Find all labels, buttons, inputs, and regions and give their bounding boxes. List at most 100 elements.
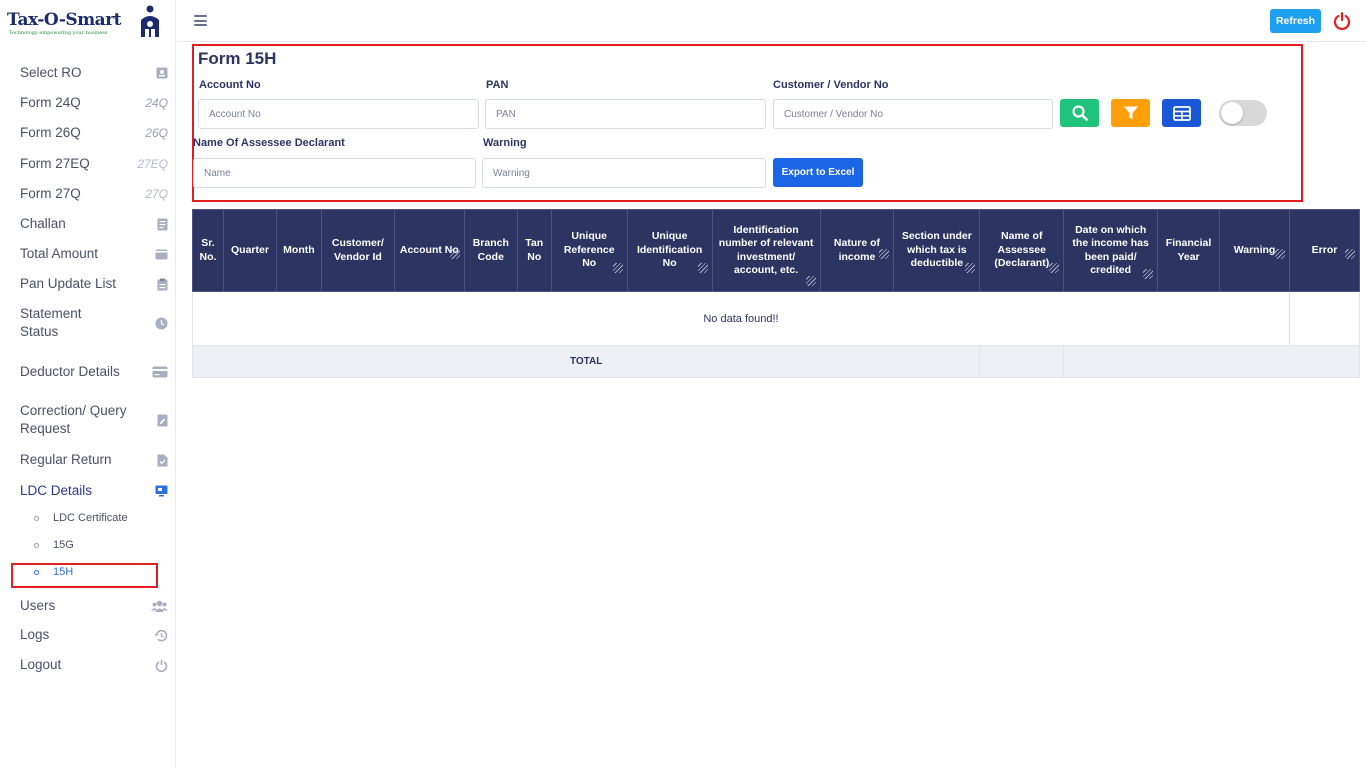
sidebar-item-regular-return[interactable]: Regular Return — [20, 451, 168, 469]
sidebar-item-label: Challan — [20, 216, 66, 231]
logo-tagline: Technology empowering your business — [9, 30, 108, 36]
credit-card-icon — [152, 366, 168, 378]
column-grid-button[interactable] — [1162, 99, 1201, 127]
column-header[interactable]: Section under which tax is deductible — [893, 209, 981, 292]
customer-vendor-input[interactable] — [773, 99, 1053, 129]
resize-grip-icon[interactable] — [697, 263, 708, 273]
app-logo[interactable]: Tax-O-Smart Technology empowering your b… — [7, 5, 159, 42]
power-icon — [155, 659, 168, 672]
id-card-icon — [156, 67, 168, 79]
column-header[interactable]: Quarter — [222, 209, 277, 292]
resize-grip-icon[interactable] — [879, 249, 890, 259]
total-row: TOTAL — [191, 345, 1360, 378]
search-button[interactable] — [1060, 99, 1099, 127]
table-grid-icon — [1172, 105, 1191, 121]
filter-icon — [1123, 106, 1138, 120]
sidebar-item-challan[interactable]: Challan — [20, 215, 168, 233]
receipt-icon — [157, 218, 168, 230]
column-header[interactable]: Unique Reference No — [550, 209, 628, 292]
column-header[interactable]: Identification number of relevant invest… — [711, 209, 821, 292]
sidebar-item-form-26q[interactable]: Form 26Q 26Q — [20, 124, 168, 142]
export-to-excel-button[interactable]: Export to Excel — [773, 158, 863, 187]
total-cell — [1063, 345, 1360, 378]
sidebar-item-deductor-details[interactable]: Deductor Details — [20, 354, 168, 390]
account-no-label: Account No — [199, 79, 261, 91]
filter-button[interactable] — [1111, 99, 1150, 127]
sidebar-item-users[interactable]: Users — [20, 597, 168, 615]
resize-grip-icon[interactable] — [965, 263, 976, 273]
refresh-button[interactable]: Refresh — [1270, 9, 1321, 33]
sidebar-item-label: Correction/ Query Request — [20, 403, 127, 436]
resize-grip-icon[interactable] — [612, 263, 623, 273]
sidebar-item-label: Deductor Details — [20, 364, 120, 379]
sidebar-item-statement-status[interactable]: Statement Status — [20, 305, 168, 341]
sidebar-item-select-ro[interactable]: Select RO — [20, 64, 168, 82]
account-no-input[interactable] — [198, 99, 479, 129]
table-cell — [1288, 291, 1361, 346]
column-header-label: Section under which tax is deductible — [901, 230, 972, 270]
column-header[interactable]: Financial Year — [1157, 209, 1221, 292]
highlight-box — [11, 563, 158, 588]
assessee-name-input[interactable] — [193, 158, 476, 188]
column-header[interactable]: Customer/ Vendor Id — [320, 209, 395, 292]
no-data-message: No data found!! — [192, 291, 1290, 346]
column-header[interactable]: Warning — [1219, 209, 1290, 292]
sidebar-item-form-24q[interactable]: Form 24Q 24Q — [20, 94, 168, 112]
sidebar-item-ldc-details[interactable]: LDC Details — [20, 482, 168, 500]
bullet-icon — [34, 515, 39, 521]
resize-grip-icon[interactable] — [449, 249, 460, 259]
pan-label: PAN — [486, 79, 509, 91]
sidebar-item-label: Logs — [20, 627, 50, 642]
column-header[interactable]: Sr. No. — [192, 209, 224, 292]
column-header[interactable]: Tan No — [516, 209, 552, 292]
form-27eq-tag: 27EQ — [137, 157, 168, 171]
sidebar-subitem-15g[interactable]: 15G — [34, 539, 74, 551]
form-24q-tag: 24Q — [145, 96, 168, 110]
logo-text: Tax-O-Smart — [7, 10, 122, 30]
column-header[interactable]: Name of Assessee (Declarant) — [979, 209, 1065, 292]
assessee-name-label: Name Of Assessee Declarant — [193, 137, 345, 149]
column-header[interactable]: Branch Code — [463, 209, 518, 292]
column-header[interactable]: Date on which the income has been paid/ … — [1063, 209, 1159, 292]
sidebar-item-form-27eq[interactable]: Form 27EQ 27EQ — [20, 155, 168, 173]
sidebar-subitem-ldc-certificate[interactable]: LDC Certificate — [34, 512, 128, 524]
sidebar-item-total-amount[interactable]: Total Amount — [20, 245, 168, 263]
warning-input[interactable] — [482, 158, 766, 188]
total-cell — [979, 345, 1065, 378]
sidebar-item-logout[interactable]: Logout — [20, 656, 168, 674]
form-27q-tag: 27Q — [145, 187, 168, 201]
users-icon — [151, 600, 168, 612]
sidebar-item-label: Pan Update List — [20, 276, 117, 291]
menu-icon[interactable] — [194, 15, 207, 26]
sidebar-item-logs[interactable]: Logs — [20, 626, 168, 644]
column-header[interactable]: Error — [1288, 209, 1361, 292]
sidebar-item-form-27q[interactable]: Form 27Q 27Q — [20, 185, 168, 203]
pan-input[interactable] — [485, 99, 766, 129]
page-title: Form 15H — [198, 49, 277, 68]
sidebar-item-label: Form 27EQ — [20, 156, 90, 171]
form-26q-tag: 26Q — [145, 126, 168, 140]
resize-grip-icon[interactable] — [1049, 263, 1060, 273]
clipboard-icon — [157, 278, 168, 290]
sidebar-item-pan-update-list[interactable]: Pan Update List — [20, 275, 168, 293]
column-header[interactable]: Month — [275, 209, 322, 292]
sidebar-item-correction-query[interactable]: Correction/ Query Request — [20, 402, 168, 438]
column-header[interactable]: Unique Identification No — [626, 209, 713, 292]
column-header[interactable]: Nature of income — [819, 209, 895, 292]
view-toggle[interactable] — [1219, 100, 1267, 126]
history-icon — [154, 629, 168, 641]
column-header-label: Error — [1311, 243, 1338, 256]
bullet-icon — [34, 542, 39, 548]
power-icon[interactable] — [1333, 12, 1351, 30]
resize-grip-icon[interactable] — [1345, 249, 1355, 259]
sidebar-item-label: Total Amount — [20, 246, 99, 261]
resize-grip-icon[interactable] — [1274, 249, 1285, 259]
sidebar-item-label: Select RO — [20, 65, 82, 80]
sidebar-subitem-label: LDC Certificate — [53, 512, 128, 524]
column-header-label: Unique Reference No — [563, 230, 615, 270]
logo-mark-icon — [141, 5, 159, 37]
sidebar-item-label: Statement Status — [20, 306, 82, 339]
resize-grip-icon[interactable] — [805, 276, 816, 286]
resize-grip-icon[interactable] — [1143, 269, 1154, 279]
column-header[interactable]: Account No — [393, 209, 465, 292]
